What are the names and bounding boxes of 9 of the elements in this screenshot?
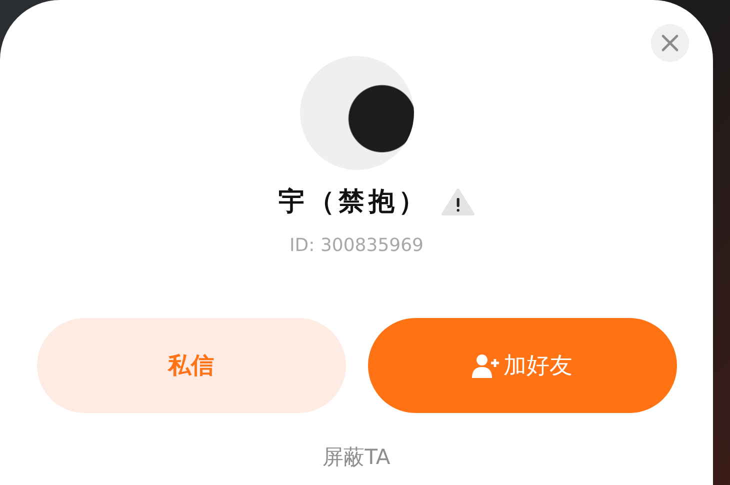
message-button[interactable]: 私信 — [36, 318, 346, 413]
user-name: 宇（禁抱） — [278, 186, 428, 219]
warning-icon[interactable] — [440, 188, 474, 216]
close-icon — [661, 34, 679, 52]
close-button[interactable] — [651, 24, 689, 62]
block-link[interactable]: 屏蔽TA — [322, 443, 390, 471]
add-friend-button[interactable]: 加好友 — [368, 318, 676, 413]
user-id: ID: 300835969 — [289, 235, 424, 256]
add-user-icon — [472, 352, 502, 378]
